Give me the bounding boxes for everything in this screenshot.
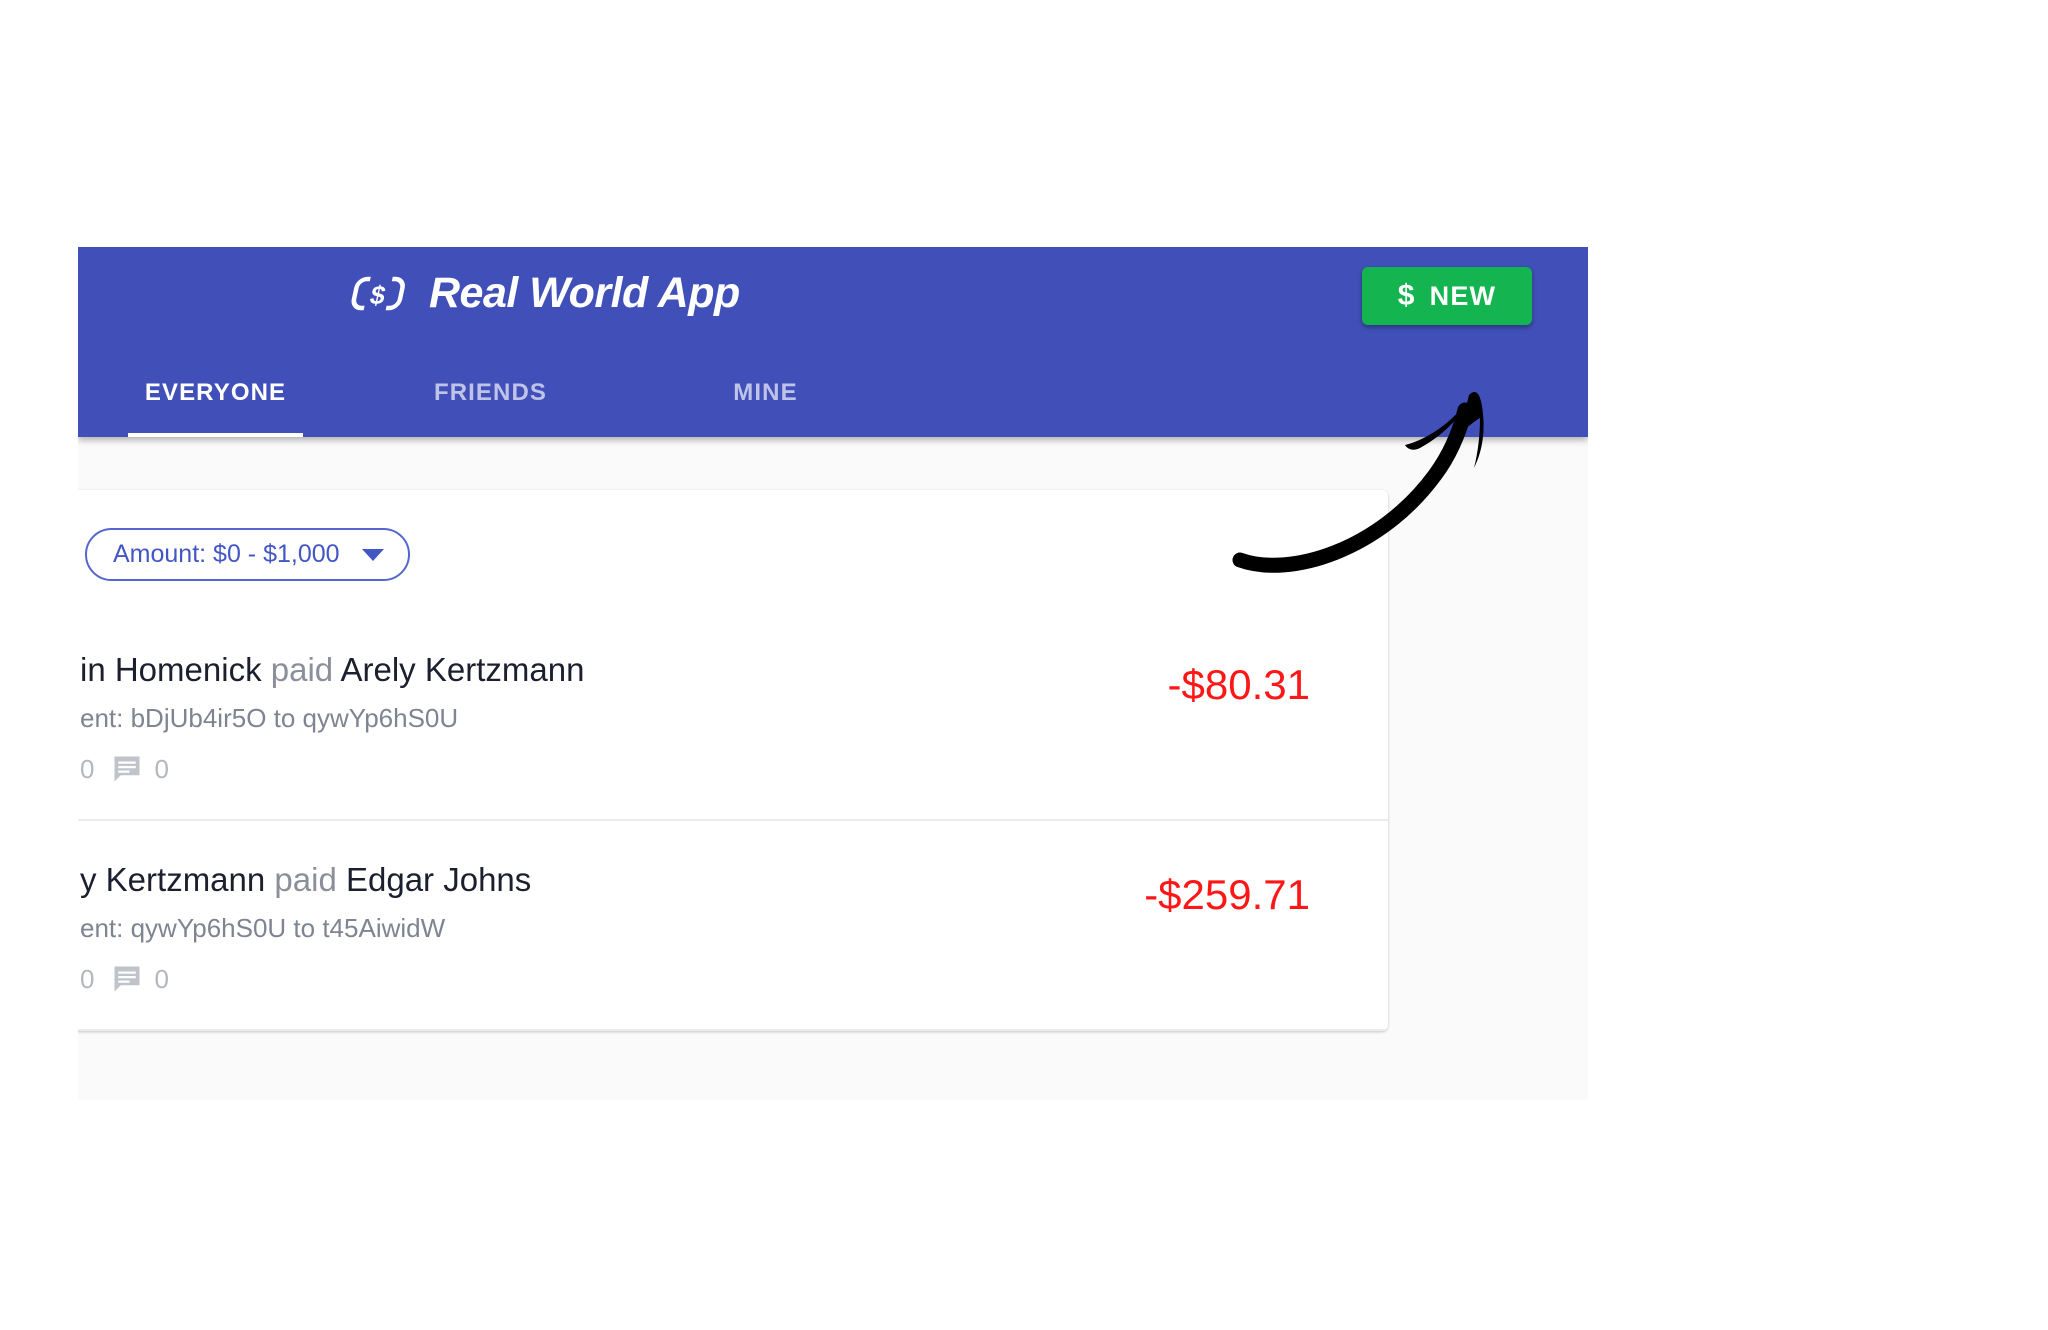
transaction-list: in Homenick paid Arely Kertzmann ent: bD…	[78, 611, 1388, 1031]
screenshot-root: $ Real World App $ NEW EVERYONE FRIENDS …	[0, 0, 2048, 1330]
transaction-meta: 0 0	[80, 754, 584, 785]
like-group[interactable]: 0	[80, 754, 94, 785]
transaction-description: ent: bDjUb4ir5O to qywYp6hS0U	[80, 702, 459, 733]
tab-everyone-label: EVERYONE	[144, 379, 287, 406]
comment-group[interactable]: 0	[112, 753, 169, 785]
app-header: $ Real World App $ NEW EVERYONE FRIENDS …	[78, 247, 1588, 437]
table-row[interactable]: y Kertzmann paid Edgar Johns ent: qywYp6…	[78, 820, 1388, 1031]
comment-count: 0	[154, 753, 169, 784]
transaction-verb: paid	[274, 860, 337, 898]
comment-group[interactable]: 0	[112, 963, 169, 995]
transaction-main: y Kertzmann paid Edgar Johns ent: qywYp6…	[80, 861, 531, 995]
tab-friends-label: FRIENDS	[433, 379, 548, 406]
tab-mine[interactable]: MINE	[628, 371, 903, 437]
like-count: 0	[80, 753, 95, 784]
transaction-actor: in Homenick	[80, 651, 262, 688]
filter-bar: Amount: $0 - $1,000	[78, 490, 1388, 611]
app-viewport: $ Real World App $ NEW EVERYONE FRIENDS …	[78, 247, 1588, 1100]
chevron-down-icon	[361, 548, 384, 561]
amount-range-filter[interactable]: Amount: $0 - $1,000	[85, 528, 410, 581]
amount-range-filter-label: Amount: $0 - $1,000	[113, 540, 340, 568]
transaction-title: y Kertzmann paid Edgar Johns	[80, 861, 531, 899]
tab-bar: EVERYONE FRIENDS MINE	[78, 371, 1588, 437]
transaction-amount: -$259.71	[1144, 870, 1310, 918]
transaction-title: in Homenick paid Arely Kertzmann	[80, 651, 584, 689]
content-area: Amount: $0 - $1,000 in Homenick paid Are…	[78, 437, 1588, 1100]
tab-mine-label: MINE	[733, 379, 798, 406]
transaction-receiver: Edgar Johns	[345, 860, 532, 898]
table-row[interactable]: in Homenick paid Arely Kertzmann ent: bD…	[78, 611, 1388, 821]
brand: $ Real World App	[351, 269, 740, 318]
transaction-actor: y Kertzmann	[80, 860, 266, 898]
transaction-description: ent: qywYp6hS0U to t45AiwidW	[80, 912, 446, 943]
tab-friends[interactable]: FRIENDS	[353, 371, 628, 437]
comment-icon	[114, 756, 140, 782]
transaction-list-card: Amount: $0 - $1,000 in Homenick paid Are…	[78, 490, 1388, 1031]
transaction-receiver: Arely Kertzmann	[340, 651, 585, 688]
comment-icon	[114, 966, 140, 992]
transaction-meta: 0 0	[80, 964, 531, 995]
transaction-amount: -$80.31	[1167, 661, 1310, 708]
tab-everyone[interactable]: EVERYONE	[78, 371, 353, 437]
like-group[interactable]: 0	[80, 964, 94, 995]
new-button-label: NEW	[1429, 280, 1497, 311]
like-count: 0	[80, 963, 95, 994]
transaction-verb: paid	[270, 651, 334, 688]
brand-title: Real World App	[429, 269, 740, 317]
dollar-icon: $	[1397, 279, 1416, 312]
transaction-main: in Homenick paid Arely Kertzmann ent: bD…	[80, 651, 584, 785]
comment-count: 0	[154, 963, 169, 994]
new-transaction-button[interactable]: $ NEW	[1362, 267, 1532, 325]
header-bar: $ Real World App $ NEW	[78, 247, 1588, 371]
chain-link-dollar-logo-icon: $	[351, 271, 413, 317]
